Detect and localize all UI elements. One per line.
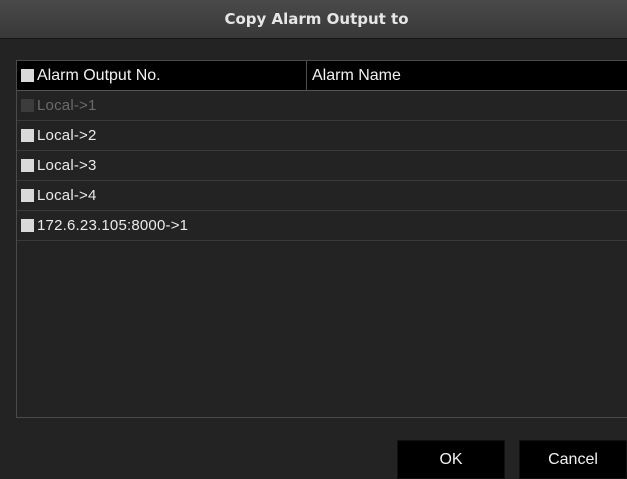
table-row[interactable]: 172.6.23.105:8000->1 <box>17 211 627 241</box>
alarm-output-label: Local->3 <box>37 157 97 174</box>
alarm-output-label: 172.6.23.105:8000->1 <box>37 217 189 234</box>
row-checkbox[interactable] <box>21 129 34 142</box>
alarm-output-table: Alarm Output No. Alarm Name Local->1 Loc… <box>16 60 627 418</box>
alarm-output-label: Local->1 <box>37 97 97 114</box>
row-checkbox <box>21 99 34 112</box>
alarm-output-label: Local->4 <box>37 187 97 204</box>
table-row[interactable]: Local->3 <box>17 151 627 181</box>
copy-alarm-output-dialog: Copy Alarm Output to Alarm Output No. Al… <box>0 0 627 479</box>
column-header-alarm-output-no: Alarm Output No. <box>17 61 307 90</box>
ok-button[interactable]: OK <box>397 440 505 479</box>
table-row[interactable]: Local->2 <box>17 121 627 151</box>
row-checkbox[interactable] <box>21 219 34 232</box>
table-row: Local->1 <box>17 91 627 121</box>
column-header-label: Alarm Output No. <box>37 66 161 84</box>
column-header-alarm-name: Alarm Name <box>307 61 627 90</box>
row-checkbox[interactable] <box>21 159 34 172</box>
dialog-title: Copy Alarm Output to <box>224 10 409 28</box>
alarm-output-label: Local->2 <box>37 127 97 144</box>
column-header-label: Alarm Name <box>312 66 401 84</box>
cancel-button[interactable]: Cancel <box>519 440 627 479</box>
table-row[interactable]: Local->4 <box>17 181 627 211</box>
table-header: Alarm Output No. Alarm Name <box>17 61 627 91</box>
select-all-checkbox[interactable] <box>21 69 34 82</box>
dialog-title-bar: Copy Alarm Output to <box>0 0 627 39</box>
row-checkbox[interactable] <box>21 189 34 202</box>
